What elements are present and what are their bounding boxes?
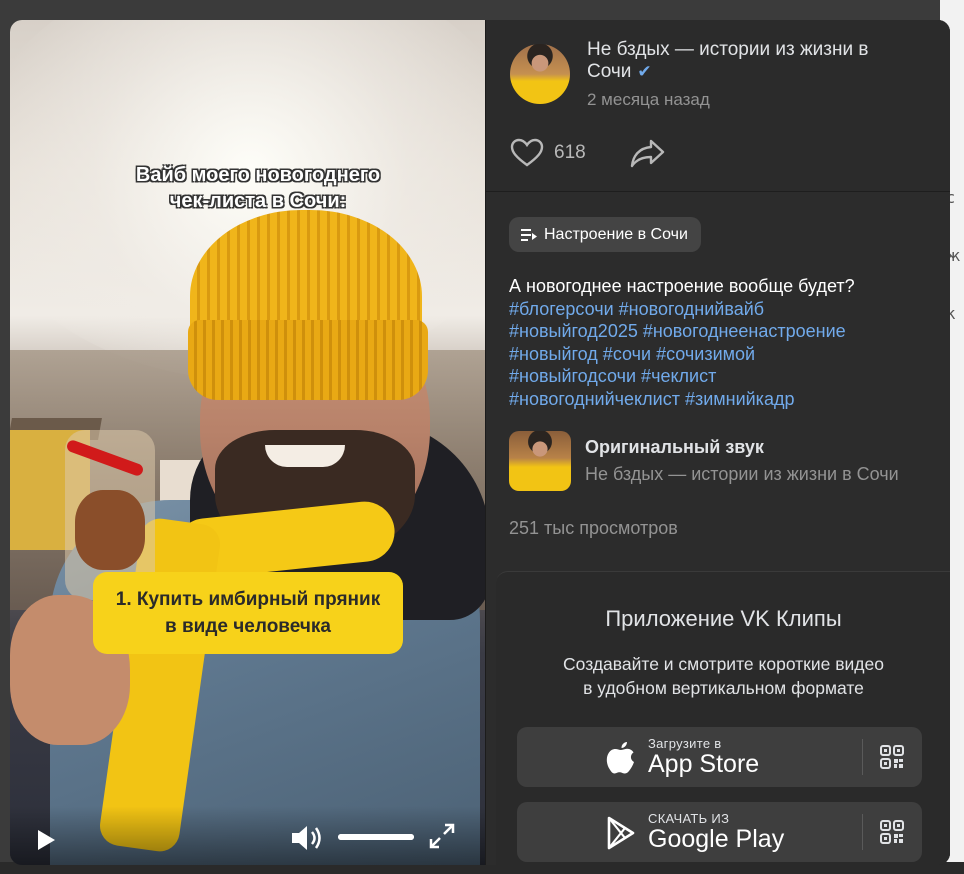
share-icon[interactable] (630, 137, 666, 169)
description-title: А новогоднее настроение вообще будет? (509, 276, 855, 296)
author-section: Не бздых — истории из жизни в Сочи ✔ 2 ме… (486, 20, 950, 192)
sound-cover (509, 431, 571, 491)
vk-clips-app-promo: Приложение VK Клипы Создавайте и смотрит… (496, 571, 950, 865)
hashtag-line[interactable]: #новогоднийчеклист #зимнийкадр (509, 388, 929, 411)
overlay-title-line: чек-листа в Сочи: (169, 190, 347, 212)
google-play-label: Google Play (648, 825, 785, 853)
app-store-label: App Store (648, 750, 760, 778)
caption-line: 1. Купить имбирный пряник (115, 589, 381, 610)
google-play-small-text: СКАЧАТЬ ИЗ (648, 811, 730, 826)
promo-text-line: в удобном вертикальном формате (583, 678, 864, 698)
video-gingerbread-cookie (75, 490, 145, 570)
sound-author: Не бздых — истории из жизни в Сочи (585, 464, 899, 484)
volume-slider[interactable] (338, 834, 414, 840)
clip-description: А новогоднее настроение вообще будет? #б… (509, 275, 929, 410)
view-count: 251 тыс просмотров (509, 518, 678, 538)
fullscreen-icon[interactable] (428, 822, 456, 850)
post-time: 2 месяца назад (587, 90, 710, 109)
hashtag-line[interactable]: #блогерсочи #новогоднийвайб (509, 298, 929, 321)
clip-viewer-modal: Вайб моего новогоднего чек-листа в Сочи:… (10, 20, 950, 865)
author-name-block[interactable]: Не бздых — истории из жизни в Сочи ✔ (587, 39, 917, 83)
like-count: 618 (554, 142, 586, 163)
store-button-divider (862, 814, 863, 850)
like-button[interactable]: 618 (510, 137, 586, 169)
qr-code-icon[interactable] (880, 745, 904, 769)
video-caption-box: 1. Купить имбирный пряник в виде человеч… (93, 572, 403, 654)
hashtag-line[interactable]: #новыйгод #сочи #сочизимой (509, 343, 929, 366)
play-icon[interactable] (38, 830, 55, 850)
overlay-title-line: Вайб моего новогоднего (135, 164, 381, 186)
heart-icon (510, 138, 544, 167)
video-overlay-title: Вайб моего новогоднего чек-листа в Сочи: (10, 162, 485, 214)
sound-title: Оригинальный звук (585, 437, 764, 457)
app-store-button[interactable]: Загрузите в App Store (517, 727, 922, 787)
hashtag-line[interactable]: #новыйгод2025 #новогоднеенастроение (509, 320, 929, 343)
verified-check-icon: ✔ (637, 62, 652, 81)
video-person-hat-band (188, 320, 428, 400)
clip-info-panel: Не бздых — истории из жизни в Сочи ✔ 2 ме… (485, 20, 950, 865)
video-person-smile (265, 445, 345, 467)
google-play-icon (607, 816, 635, 850)
promo-text: Создавайте и смотрите короткие видео в у… (496, 652, 950, 700)
author-avatar[interactable] (510, 44, 570, 104)
app-store-small-text: Загрузите в (648, 736, 722, 751)
google-play-button[interactable]: СКАЧАТЬ ИЗ Google Play (517, 802, 922, 862)
apple-icon (606, 742, 634, 774)
original-sound-item[interactable]: Оригинальный звук Не бздых — истории из … (509, 431, 939, 491)
qr-code-icon[interactable] (880, 820, 904, 844)
promo-title: Приложение VK Клипы (605, 606, 842, 631)
mood-chip[interactable]: Настроение в Сочи (509, 217, 701, 252)
promo-text-line: Создавайте и смотрите короткие видео (563, 654, 884, 674)
author-name[interactable]: Не бздых — истории из жизни в Сочи (587, 39, 868, 82)
volume-slider-fill (338, 834, 414, 840)
mood-chip-label: Настроение в Сочи (544, 225, 688, 243)
video-player[interactable]: Вайб моего новогоднего чек-листа в Сочи:… (10, 20, 485, 865)
hashtag-line[interactable]: #новыйгодсочи #чеклист (509, 365, 929, 388)
video-controls (10, 806, 485, 865)
playlist-icon (521, 228, 537, 241)
store-button-divider (862, 739, 863, 775)
caption-line: в виде человечка (165, 616, 331, 637)
volume-icon[interactable] (290, 824, 324, 852)
